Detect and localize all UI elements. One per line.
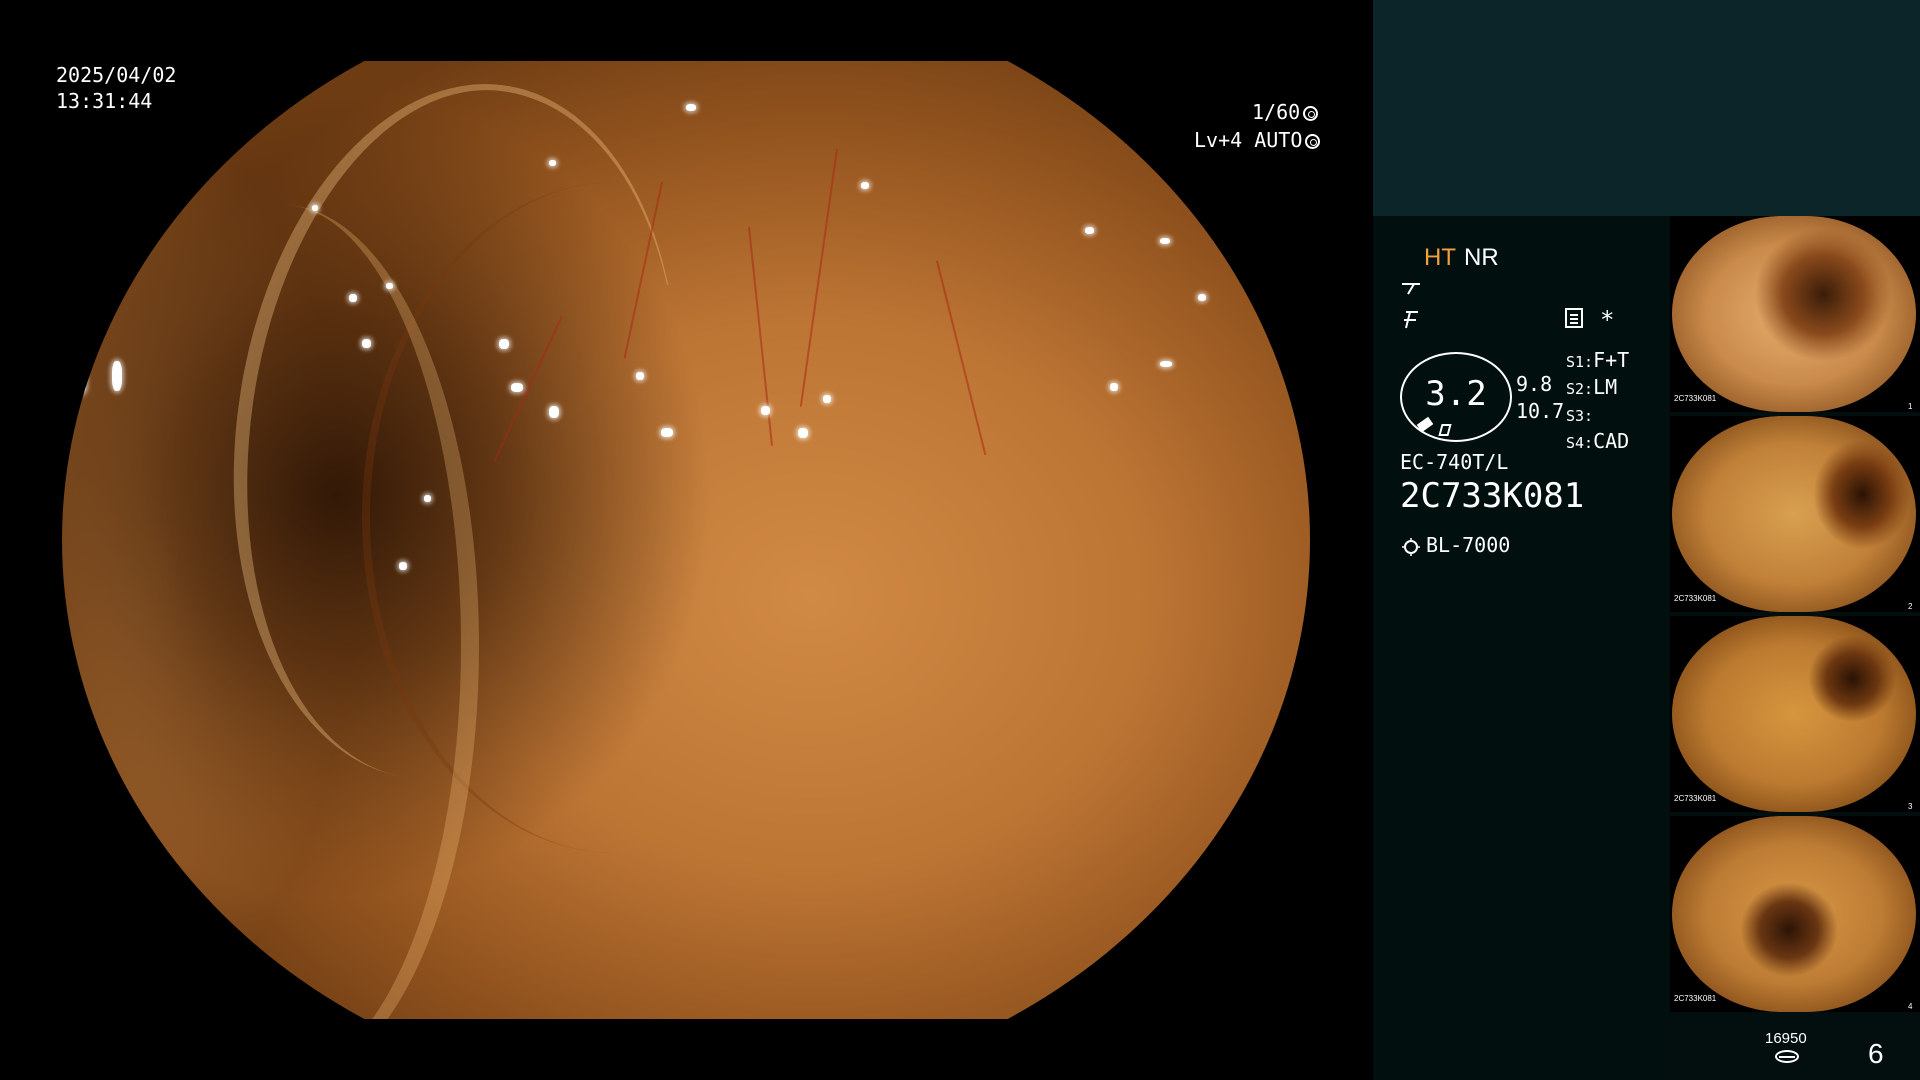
scope-tip-icon — [1402, 283, 1420, 295]
thumbnail-caption: 2C733K081 — [1674, 994, 1717, 1003]
shutter-icon — [1303, 106, 1319, 121]
light-reflection — [1085, 226, 1095, 234]
endoscopic-image — [62, 61, 1310, 1019]
freeze-icon — [1404, 311, 1418, 329]
thumbnail-image — [1672, 616, 1916, 812]
light-reflection — [798, 428, 809, 439]
thumbnail-index: 4 — [1908, 1002, 1913, 1011]
light-reflection — [74, 372, 87, 395]
light-reflection — [349, 294, 358, 303]
device-info-panel — [1373, 216, 1669, 1080]
shutter-value: 1/60 — [1252, 100, 1301, 124]
mode-nr: NR — [1464, 244, 1499, 271]
switch-settings: S1:F+T S2:LM S3: S4:CAD — [1566, 348, 1629, 456]
light-reflection — [386, 282, 394, 289]
panel-header-area — [1373, 0, 1920, 216]
sun-icon — [1404, 540, 1418, 554]
blood-vessel — [935, 260, 986, 455]
media-counter: 16950 — [1765, 1030, 1807, 1047]
light-reflection — [498, 338, 509, 349]
thumbnail-caption: 2C733K081 — [1674, 594, 1717, 603]
thumbnail-index: 2 — [1908, 602, 1913, 611]
light-source-label: BL-7000 — [1426, 533, 1511, 557]
thumbnail-image — [1672, 216, 1916, 412]
switch-s1: S1:F+T — [1566, 348, 1630, 372]
light-reflection — [823, 394, 832, 403]
switch-s4: S4:CAD — [1566, 429, 1630, 453]
light-reflection — [1160, 361, 1173, 368]
light-reflection — [1197, 294, 1206, 302]
light-reflection — [398, 562, 407, 571]
menu-icon — [1565, 308, 1583, 328]
light-reflection — [361, 338, 371, 348]
page-number: 6 — [1868, 1038, 1884, 1069]
light-reflection — [1160, 238, 1171, 245]
thumbnail-2[interactable]: 2C733K081 2 — [1670, 416, 1920, 612]
sub-value-2: 10.7 — [1516, 399, 1565, 423]
level-value: Lv+4 — [1194, 128, 1243, 152]
zoom-value: 3.2 — [1425, 374, 1487, 414]
sub-value-1: 9.8 — [1516, 372, 1553, 396]
asterisk-marker: * — [1600, 306, 1615, 334]
light-reflection — [686, 103, 696, 111]
light-reflection — [1110, 383, 1119, 392]
thumbnail-index: 1 — [1908, 402, 1913, 411]
shutter-speed: 1/60 — [1252, 100, 1319, 124]
thumbnail-3[interactable]: 2C733K081 3 — [1670, 616, 1920, 812]
light-reflection — [548, 405, 559, 418]
procedure-date: 2025/04/02 — [56, 63, 177, 87]
switch-s2: S2:LM — [1566, 375, 1618, 399]
light-reflection — [548, 159, 556, 166]
mode-ht: HT — [1424, 244, 1456, 271]
procedure-time: 13:31:44 — [56, 89, 153, 113]
scope-serial: 2C733K081 — [1400, 476, 1585, 516]
thumbnail-index: 3 — [1908, 802, 1913, 811]
thumbnail-caption: 2C733K081 — [1674, 394, 1717, 403]
scope-model: EC-740T/L — [1400, 450, 1509, 474]
light-reflection — [760, 405, 770, 415]
thumbnail-image — [1672, 816, 1916, 1012]
thumbnail-4[interactable]: 2C733K081 4 — [1670, 816, 1920, 1012]
thumbnail-caption: 2C733K081 — [1674, 794, 1717, 803]
thumbnail-image — [1672, 416, 1916, 612]
switch-s3: S3: — [1566, 407, 1594, 425]
light-reflection — [111, 361, 122, 392]
light-reflection — [661, 428, 674, 438]
light-reflection — [636, 372, 645, 381]
thumbnail-1[interactable]: 2C733K081 1 — [1670, 216, 1920, 412]
brightness-level: Lv+4 AUTO — [1194, 128, 1321, 152]
exposure-mode: AUTO — [1254, 128, 1303, 152]
light-reflection — [423, 495, 431, 503]
endoscopy-live-view: 2025/04/02 13:31:44 1/60 Lv+4 AUTO — [0, 0, 1372, 1080]
auto-ring-icon — [1305, 134, 1321, 149]
light-source: BL-7000 — [1400, 533, 1510, 557]
light-reflection — [311, 204, 318, 211]
light-reflection — [860, 182, 869, 190]
media-counter-icon — [1775, 1050, 1799, 1063]
colon-lumen-image — [62, 61, 1310, 1019]
